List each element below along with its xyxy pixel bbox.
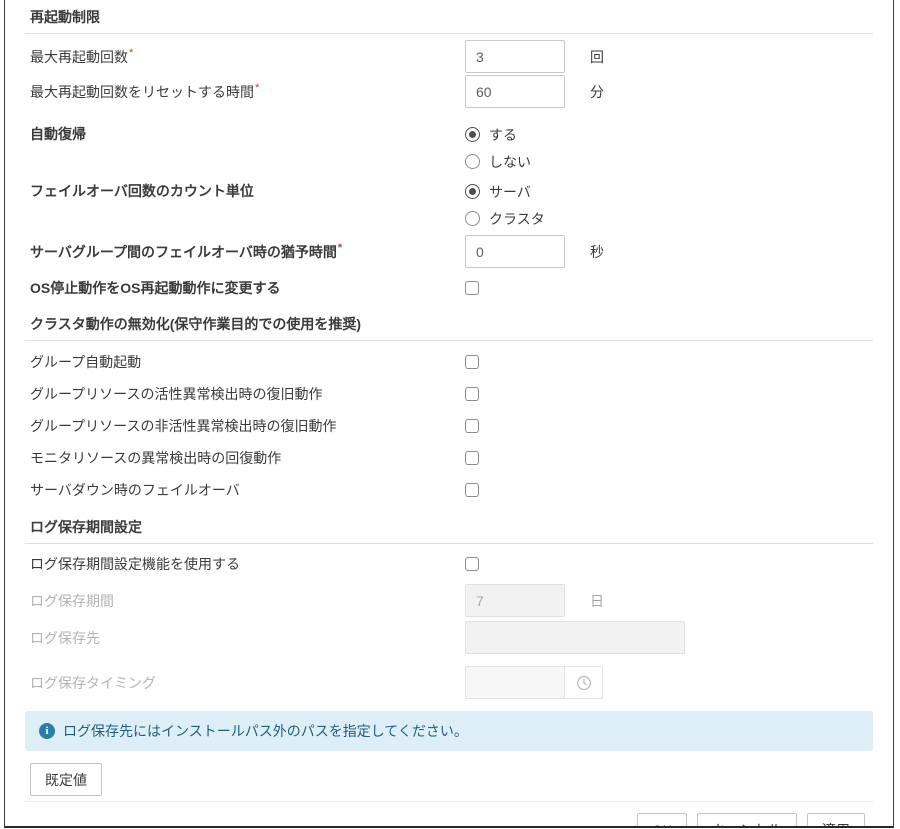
cancel-button[interactable]: キャンセル (697, 813, 797, 828)
auto-recovery-label-text: 自動復帰 (30, 126, 86, 142)
failover-grace-control: 秒 (465, 235, 604, 268)
log-retention-enable-row: ログ保存期間設定機能を使用する (25, 553, 873, 575)
group-auto-start-label: グループ自動起動 (30, 352, 465, 372)
log-retention-timing-input (465, 666, 565, 699)
log-retention-period-label: ログ保存期間 (30, 591, 465, 611)
group-resource-activation-recovery-checkbox[interactable] (465, 387, 479, 401)
section-disable-cluster-ops-title: クラスタ動作の無効化(保守作業目的での使用を推奨) (25, 307, 873, 341)
log-retention-dest-label: ログ保存先 (30, 628, 465, 648)
log-retention-dest-input (465, 621, 685, 654)
info-icon: i (39, 723, 55, 739)
auto-recovery-row: 自動復帰 する しない (25, 121, 873, 175)
section-log-retention-title: ログ保存期間設定 (25, 510, 873, 544)
group-resource-deactivation-recovery-row: グループリソースの非活性異常検出時の復旧動作 (25, 410, 873, 442)
required-asterisk: * (129, 47, 133, 59)
group-resource-activation-recovery-label: グループリソースの活性異常検出時の復旧動作 (30, 384, 465, 404)
required-asterisk: * (338, 242, 342, 254)
max-reboot-label-text: 最大再起動回数 (30, 49, 128, 65)
failover-grace-input[interactable] (465, 235, 565, 268)
os-stop-to-reboot-label: OS停止動作をOS再起動動作に変更する (30, 278, 465, 298)
os-stop-to-reboot-checkbox[interactable] (465, 281, 479, 295)
reset-time-control: 分 (465, 75, 604, 108)
radio-unselected-icon (465, 154, 480, 169)
dialog-content: 再起動制限 最大再起動回数* 回 最大再起動回数をリセットする時間* 分 自動復… (5, 0, 893, 828)
reset-time-label-text: 最大再起動回数をリセットする時間 (30, 84, 254, 100)
clock-icon (576, 675, 592, 691)
max-reboot-control: 回 (465, 40, 604, 73)
max-reboot-row: 最大再起動回数* 回 (25, 40, 873, 73)
log-retention-dest-row: ログ保存先 (25, 621, 873, 654)
server-down-failover-label: サーバダウン時のフェイルオーバ (30, 480, 465, 500)
auto-recovery-no-label: しない (489, 152, 531, 172)
failover-count-server-label: サーバ (489, 182, 531, 202)
reset-time-label: 最大再起動回数をリセットする時間* (30, 82, 465, 102)
log-retention-period-input (465, 584, 565, 617)
failover-count-unit-row: フェイルオーバ回数のカウント単位 サーバ クラスタ (25, 178, 873, 232)
group-resource-activation-recovery-row: グループリソースの活性異常検出時の復旧動作 (25, 378, 873, 410)
log-retention-enable-checkbox[interactable] (465, 557, 479, 571)
radio-unselected-icon (465, 211, 480, 226)
failover-count-cluster-label: クラスタ (489, 209, 545, 229)
server-down-failover-row: サーバダウン時のフェイルオーバ (25, 474, 873, 506)
ok-button[interactable]: OK (637, 813, 687, 828)
monitor-resource-recovery-label: モニタリソースの異常検出時の回復動作 (30, 448, 465, 468)
os-stop-to-reboot-label-text: OS停止動作をOS再起動動作に変更する (30, 280, 280, 296)
failover-count-unit-label: フェイルオーバ回数のカウント単位 (30, 178, 465, 205)
section-restart-limit-title: 再起動制限 (25, 0, 873, 34)
reset-time-input[interactable] (465, 75, 565, 108)
auto-recovery-yes-label: する (489, 125, 517, 145)
cluster-properties-dialog: 再起動制限 最大再起動回数* 回 最大再起動回数をリセットする時間* 分 自動復… (4, 0, 894, 828)
log-retention-period-row: ログ保存期間 日 (25, 584, 873, 617)
reset-time-unit: 分 (590, 82, 604, 102)
server-down-failover-checkbox[interactable] (465, 483, 479, 497)
apply-button[interactable]: 適用 (807, 813, 865, 828)
max-reboot-label: 最大再起動回数* (30, 47, 465, 67)
info-banner: i ログ保存先にはインストールパス外のパスを指定してください。 (25, 711, 873, 751)
group-auto-start-row: グループ自動起動 (25, 346, 873, 378)
group-auto-start-checkbox[interactable] (465, 355, 479, 369)
max-reboot-input[interactable] (465, 40, 565, 73)
group-resource-deactivation-recovery-checkbox[interactable] (465, 419, 479, 433)
log-retention-period-unit: 日 (590, 591, 604, 611)
auto-recovery-options: する しない (465, 121, 531, 175)
log-retention-enable-label: ログ保存期間設定機能を使用する (30, 554, 465, 574)
failover-count-unit-label-text: フェイルオーバ回数のカウント単位 (30, 183, 254, 199)
auto-recovery-option-no[interactable]: しない (465, 148, 531, 175)
failover-grace-label-text: サーバグループ間のフェイルオーバ時の猶予時間 (30, 244, 337, 260)
info-banner-text: ログ保存先にはインストールパス外のパスを指定してください。 (63, 721, 468, 741)
dialog-footer: OK キャンセル 適用 (25, 801, 873, 828)
default-button[interactable]: 既定値 (30, 763, 102, 796)
auto-recovery-option-yes[interactable]: する (465, 121, 517, 148)
os-stop-to-reboot-control (465, 281, 479, 295)
failover-count-option-cluster[interactable]: クラスタ (465, 205, 545, 232)
radio-selected-icon (465, 184, 480, 199)
disable-cluster-ops-list: グループ自動起動 グループリソースの活性異常検出時の復旧動作 グループリソースの… (25, 346, 873, 506)
failover-count-unit-options: サーバ クラスタ (465, 178, 545, 232)
log-retention-timing-group (465, 666, 603, 699)
os-stop-to-reboot-row: OS停止動作をOS再起動動作に変更する (25, 277, 873, 299)
radio-selected-icon (465, 127, 480, 142)
failover-grace-label: サーバグループ間のフェイルオーバ時の猶予時間* (30, 242, 465, 262)
auto-recovery-label: 自動復帰 (30, 121, 465, 148)
required-asterisk: * (255, 82, 259, 94)
log-retention-timing-row: ログ保存タイミング (25, 666, 873, 699)
max-reboot-unit: 回 (590, 47, 604, 67)
failover-count-option-server[interactable]: サーバ (465, 178, 531, 205)
failover-grace-row: サーバグループ間のフェイルオーバ時の猶予時間* 秒 (25, 235, 873, 268)
reset-time-row: 最大再起動回数をリセットする時間* 分 (25, 75, 873, 108)
time-picker-button (565, 666, 603, 699)
group-resource-deactivation-recovery-label: グループリソースの非活性異常検出時の復旧動作 (30, 416, 465, 436)
monitor-resource-recovery-row: モニタリソースの異常検出時の回復動作 (25, 442, 873, 474)
failover-grace-unit: 秒 (590, 242, 604, 262)
log-retention-timing-label: ログ保存タイミング (30, 673, 465, 693)
monitor-resource-recovery-checkbox[interactable] (465, 451, 479, 465)
